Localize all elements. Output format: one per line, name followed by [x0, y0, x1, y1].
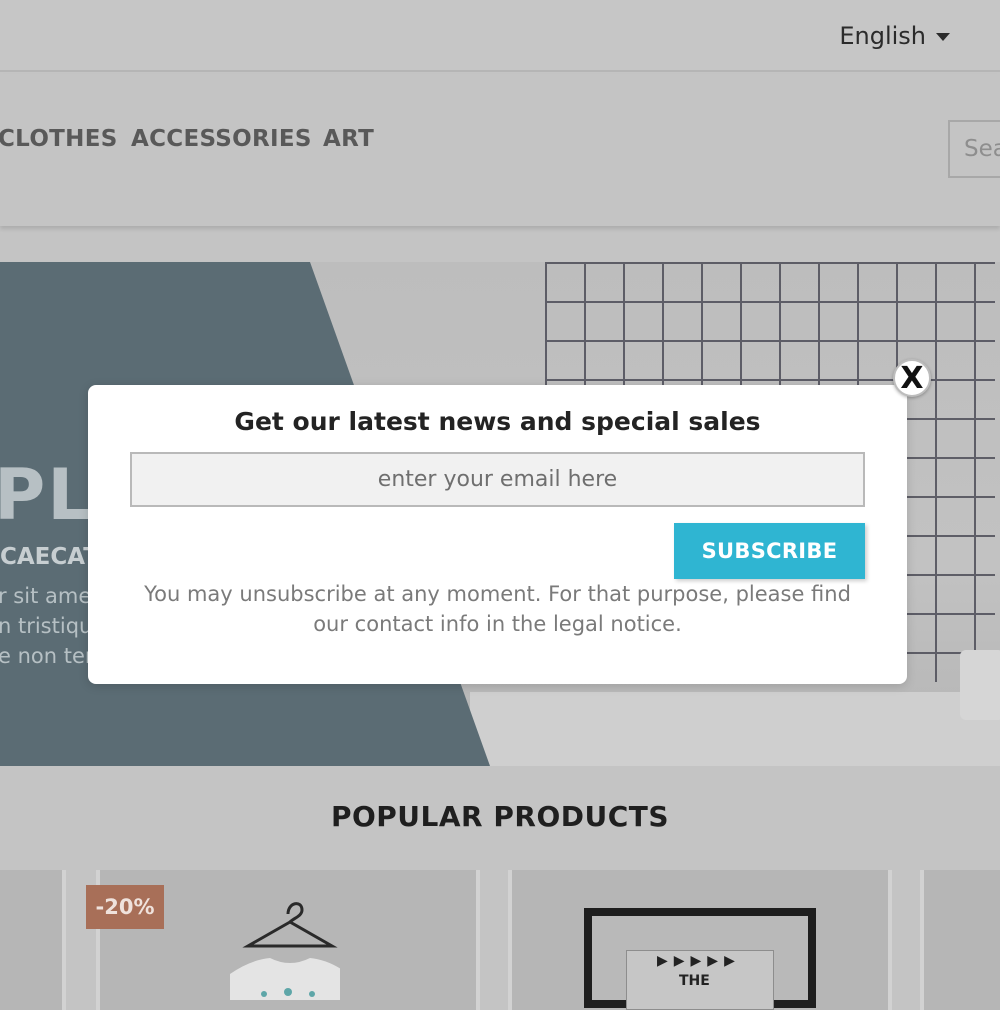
search-placeholder: Sea: [964, 136, 1000, 162]
subscribe-button[interactable]: SUBSCRIBE: [674, 523, 865, 579]
hero-text-line: n tristiqu: [0, 614, 93, 638]
top-bar: English: [0, 0, 1000, 72]
discount-badge: -20%: [86, 885, 164, 929]
nav-item-accessories[interactable]: ACCESSORIES: [131, 126, 312, 152]
plant-pot-decoration: [960, 650, 1000, 720]
poster-text: THE: [679, 973, 710, 989]
caret-down-icon: [936, 33, 950, 41]
tshirt-hanger-image: [230, 902, 340, 1000]
hero-text-line: r sit amet: [0, 584, 100, 608]
desk-surface: [470, 692, 1000, 766]
close-icon[interactable]: X: [893, 359, 931, 397]
nav-item-art[interactable]: ART: [323, 126, 374, 152]
nav-item-clothes[interactable]: CLOTHES: [0, 126, 118, 152]
main-header: CLOTHES ACCESSORIES ART Sea: [0, 74, 1000, 226]
language-selector[interactable]: English: [839, 22, 950, 50]
language-label: English: [839, 22, 926, 50]
product-card[interactable]: [920, 870, 1000, 1010]
modal-title: Get our latest news and special sales: [234, 407, 761, 436]
framed-poster-image: ▶▶▶▶▶ THE: [584, 908, 816, 1010]
section-title-popular-products: POPULAR PRODUCTS: [330, 800, 670, 833]
hero-subheading: CAECAT: [0, 544, 99, 570]
arrow-pattern: ▶▶▶▶▶: [657, 953, 741, 969]
email-field[interactable]: [130, 452, 865, 507]
newsletter-modal: Get our latest news and special sales SU…: [88, 385, 907, 684]
product-card[interactable]: [0, 870, 66, 1010]
unsubscribe-notice: You may unsubscribe at any moment. For t…: [144, 582, 851, 636]
search-input[interactable]: Sea: [948, 120, 1000, 178]
